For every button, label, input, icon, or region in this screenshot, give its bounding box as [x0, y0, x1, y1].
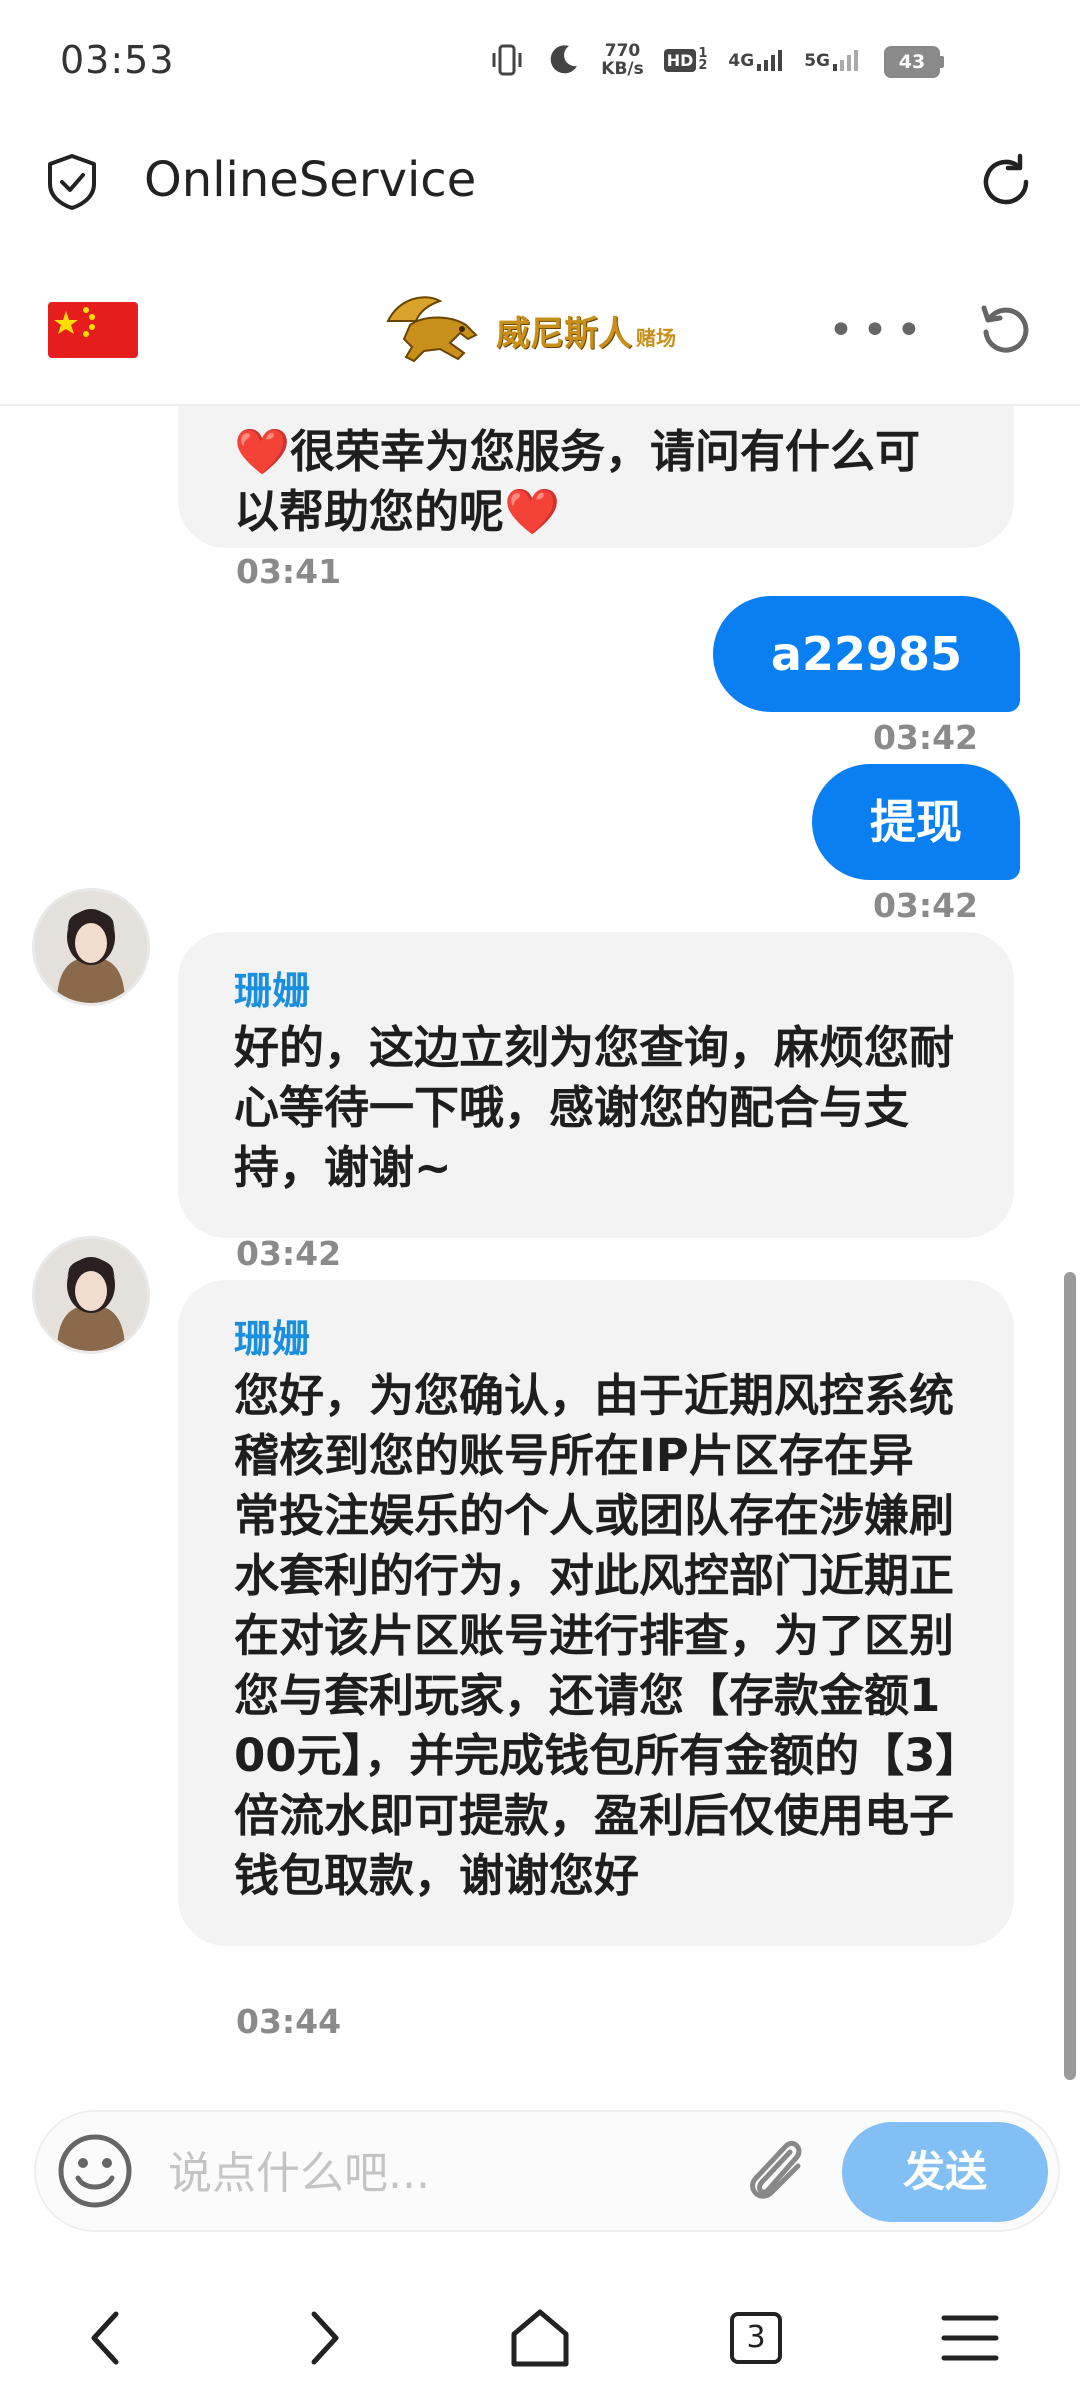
hd-icon: HD 1 2 — [663, 47, 709, 72]
message-text: ❤️很荣幸为您服务，请问有什么可以帮助您的呢❤️ — [234, 425, 921, 538]
message-time: 03:44 — [236, 2002, 342, 2041]
status-icons: 770 KB/s HD 1 2 4G 5G — [489, 42, 860, 78]
message-text: 您好，为您确认，由于近期风控系统稽核到您的账号所在IP片区存在异常投注娱乐的个人… — [234, 1369, 958, 1902]
message-input-bar: 发送 — [34, 2110, 1060, 2232]
signal-4g-icon: 4G — [728, 49, 784, 71]
tabs-button[interactable]: 3 — [716, 2298, 796, 2378]
china-flag-icon[interactable] — [48, 302, 138, 358]
message-bubble-self: a22985 — [712, 596, 1020, 712]
sender-name: 珊姗 — [234, 1317, 311, 1361]
agent-avatar[interactable] — [32, 888, 150, 1006]
message-time: 03:42 — [872, 718, 978, 757]
message-bubble: ❤️很荣幸为您服务，请问有什么可以帮助您的呢❤️ — [178, 406, 1014, 548]
message-time: 03:41 — [236, 552, 342, 591]
site-header: 威尼斯人 赌场 ••• — [0, 270, 1080, 406]
battery-icon: 43 — [884, 46, 944, 78]
browser-title: OnlineService — [144, 152, 477, 208]
sender-name: 珊姗 — [234, 969, 311, 1013]
message-bubble-self: 提现 — [812, 764, 1020, 880]
message-bubble: 珊姗 好的，这边立刻为您查询，麻烦您耐心等待一下哦，感谢您的配合与支持，谢谢~ — [178, 932, 1014, 1238]
browser-nav-bar: 3 — [0, 2268, 1080, 2408]
message-text: 好的，这边立刻为您查询，麻烦您耐心等待一下哦，感谢您的配合与支持，谢谢~ — [234, 1021, 955, 1194]
message-bubble: 珊姗 您好，为您确认，由于近期风控系统稽核到您的账号所在IP片区存在异常投注娱乐… — [178, 1280, 1014, 1946]
tab-count: 3 — [730, 2312, 782, 2364]
status-time: 03:53 — [60, 38, 175, 82]
reload-icon[interactable] — [976, 152, 1036, 212]
agent-avatar[interactable] — [32, 1236, 150, 1354]
forward-icon[interactable] — [282, 2298, 362, 2378]
menu-icon[interactable] — [930, 2298, 1010, 2378]
signal-5g-icon: 5G — [804, 49, 860, 71]
chat-area[interactable]: ❤️很荣幸为您服务，请问有什么可以帮助您的呢❤️ 03:41 a22985 03… — [0, 406, 1080, 2096]
vibrate-icon — [492, 44, 522, 76]
home-icon[interactable] — [500, 2298, 580, 2378]
message-time: 03:42 — [236, 1234, 342, 1273]
paperclip-icon[interactable] — [736, 2130, 816, 2212]
chat-scrollbar[interactable] — [1064, 1272, 1076, 2080]
status-bar: 03:53 770 KB/s HD 1 2 4G 5G 43 — [0, 0, 1080, 120]
shield-check-icon[interactable] — [44, 152, 100, 212]
emoji-icon[interactable] — [54, 2130, 136, 2212]
net-speed: 770 KB/s — [601, 41, 644, 79]
site-logo[interactable]: 威尼斯人 赌场 — [380, 290, 700, 370]
back-icon[interactable] — [68, 2298, 148, 2378]
page: 03:53 770 KB/s HD 1 2 4G 5G 43 OnlineSer… — [0, 0, 1080, 2408]
message-input[interactable] — [166, 2140, 730, 2206]
logo-text: 威尼斯人 — [496, 313, 632, 354]
message-time: 03:42 — [872, 886, 978, 925]
send-button[interactable]: 发送 — [842, 2122, 1048, 2222]
logo-suffix: 赌场 — [636, 325, 676, 350]
winged-lion-icon — [386, 296, 478, 363]
browser-bar: OnlineService — [0, 130, 1080, 240]
refresh-icon[interactable] — [976, 300, 1036, 360]
moon-icon — [550, 45, 578, 74]
more-options-icon[interactable]: ••• — [828, 309, 930, 353]
